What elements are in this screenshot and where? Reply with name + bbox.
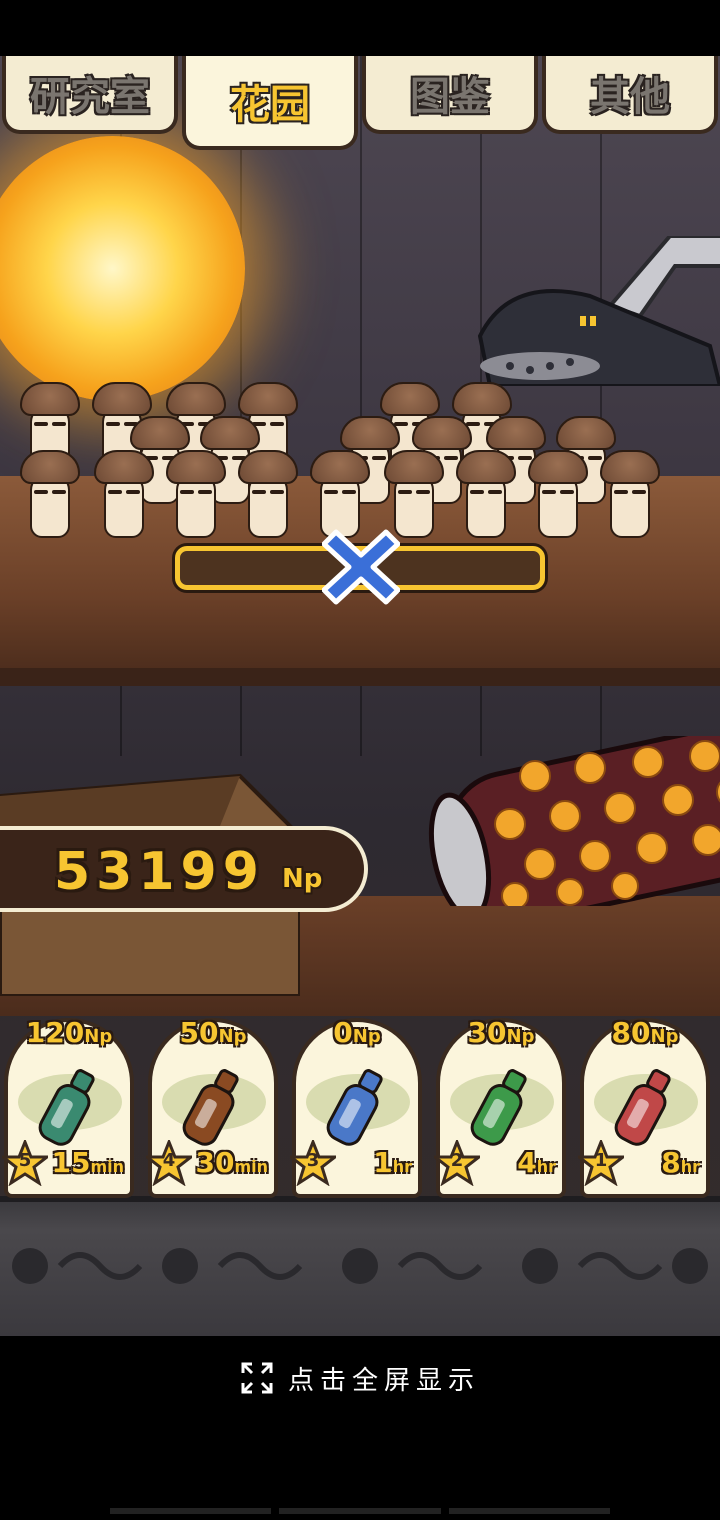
brown-bottle-icon xyxy=(182,1069,239,1146)
mushroom[interactable] xyxy=(384,450,444,540)
game-viewport[interactable]: 53199 Np 120Np 5 15min 50Np 4 30min 0Np 3 1hr 30N… xyxy=(0,56,720,1336)
tab-encyclopedia[interactable]: 图鉴 xyxy=(362,56,538,134)
money-amount: 53199 xyxy=(54,842,265,902)
item-price: 120Np xyxy=(25,1016,113,1049)
mushroom[interactable] xyxy=(238,450,298,540)
fullscreen-hint[interactable]: 点击全屏显示 xyxy=(0,1358,720,1398)
watering-machine xyxy=(477,236,720,386)
upper-shelf-edge xyxy=(0,668,720,686)
money-unit: Np xyxy=(282,864,323,894)
mushroom[interactable] xyxy=(528,450,588,540)
mushroom[interactable] xyxy=(310,450,370,540)
tab-lab[interactable]: 研究室 xyxy=(2,56,178,134)
heating-roller xyxy=(428,736,720,906)
ornament-pattern xyxy=(12,1248,708,1284)
item-level: 5 xyxy=(18,1150,32,1171)
mushroom[interactable] xyxy=(166,450,226,540)
system-nav-bar xyxy=(110,1508,610,1514)
red-ampoule-icon xyxy=(614,1069,671,1146)
item-price: 0Np xyxy=(333,1016,381,1049)
item-duration: 1hr xyxy=(373,1146,412,1179)
money-display: 53199 Np xyxy=(0,826,368,912)
tab-garden[interactable]: 花园 xyxy=(182,56,358,150)
item-price: 30Np xyxy=(467,1016,535,1049)
shop-item-card[interactable]: 30Np 2 4hr xyxy=(434,1016,566,1198)
shop-item-card[interactable]: 0Np 3 1hr xyxy=(290,1016,422,1198)
tab-lab-label: 研究室 xyxy=(30,74,150,120)
item-level: 2 xyxy=(450,1150,464,1171)
tab-garden-label: 花园 xyxy=(230,82,310,128)
glowing-orb xyxy=(0,136,245,401)
fullscreen-icon xyxy=(241,1362,273,1394)
shop-item-card[interactable]: 80Np 1 8hr xyxy=(578,1016,710,1198)
mushroom[interactable] xyxy=(600,450,660,540)
item-duration: 8hr xyxy=(661,1146,700,1179)
item-level: 3 xyxy=(306,1150,320,1171)
shop-item-card[interactable]: 50Np 4 30min xyxy=(146,1016,278,1198)
mushroom[interactable] xyxy=(20,450,80,540)
green-bottle-icon xyxy=(38,1069,95,1146)
green-ampoule-icon xyxy=(470,1069,527,1146)
mushroom[interactable] xyxy=(456,450,516,540)
blue-ampoule-icon xyxy=(326,1069,383,1146)
tab-other[interactable]: 其他 xyxy=(542,56,718,134)
item-duration: 15min xyxy=(51,1146,124,1179)
shop-item-card[interactable]: 120Np 5 15min xyxy=(2,1016,134,1198)
item-price: 80Np xyxy=(611,1016,679,1049)
item-duration: 30min xyxy=(195,1146,268,1179)
fullscreen-hint-text: 点击全屏显示 xyxy=(287,1365,480,1396)
item-level: 1 xyxy=(594,1150,608,1171)
tab-other-label: 其他 xyxy=(590,74,670,120)
item-level: 4 xyxy=(162,1150,176,1171)
cancel-x-icon[interactable] xyxy=(322,528,400,606)
item-duration: 4hr xyxy=(517,1146,556,1179)
item-price: 50Np xyxy=(179,1016,247,1049)
tab-encyclopedia-label: 图鉴 xyxy=(410,74,490,120)
mushroom[interactable] xyxy=(94,450,154,540)
